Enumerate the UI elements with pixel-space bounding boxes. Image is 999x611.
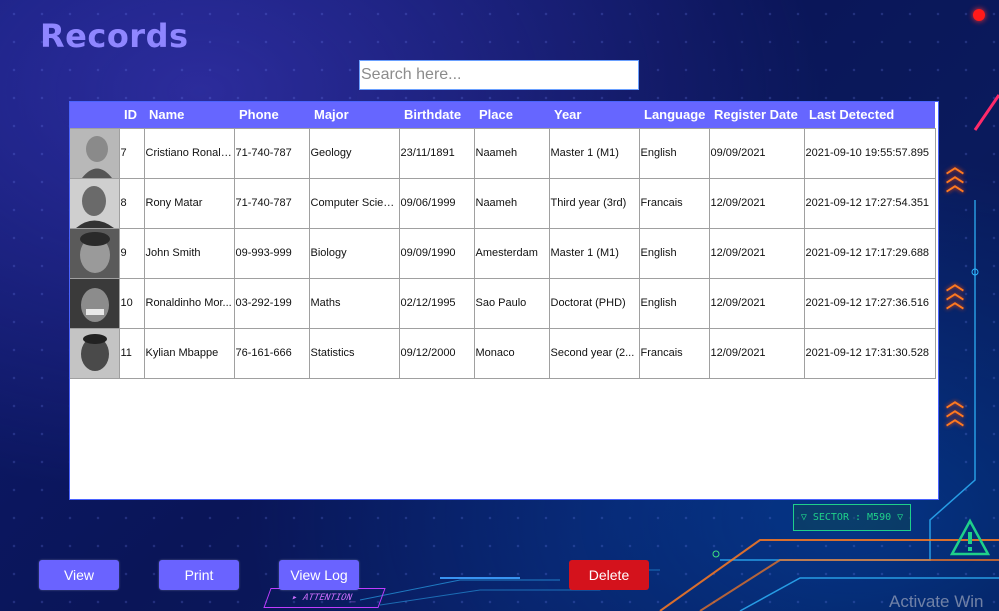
cell-language: English (638, 277, 710, 329)
print-button[interactable]: Print (159, 560, 239, 590)
cell-birthdate: 09/09/1990 (398, 227, 475, 279)
cell-language: Francais (638, 177, 710, 229)
cell-place: Sao Paulo (473, 277, 550, 329)
column-header-major[interactable]: Major (309, 102, 399, 128)
table-row[interactable]: 9 John Smith 09-993-999 Biology 09/09/19… (70, 227, 936, 279)
cell-id: 11 (118, 327, 145, 379)
cell-place: Naameh (473, 127, 550, 179)
cell-year: Master 1 (M1) (548, 227, 640, 279)
cell-name: Rony Matar (143, 177, 235, 229)
search-input[interactable] (359, 60, 639, 90)
cell-register-date: 09/09/2021 (708, 127, 805, 179)
cell-id: 9 (118, 227, 145, 279)
cell-last-detected: 2021-09-12 17:31:30.528 (803, 327, 936, 379)
view-button[interactable]: View (39, 560, 119, 590)
warning-icon (949, 518, 991, 556)
cell-last-detected: 2021-09-12 17:27:36.516 (803, 277, 936, 329)
photo-cell (70, 277, 120, 329)
cell-place: Amesterdam (473, 227, 550, 279)
alert-indicator (973, 9, 985, 21)
cell-birthdate: 09/06/1999 (398, 177, 475, 229)
cell-phone: 76-161-666 (233, 327, 310, 379)
cell-major: Biology (308, 227, 400, 279)
cell-language: English (638, 127, 710, 179)
cell-year: Second year (2... (548, 327, 640, 379)
chevron-up-icon: ︿ ︿ ︿ (946, 391, 964, 430)
cell-birthdate: 23/11/1891 (398, 127, 475, 179)
table-row[interactable]: 7 Cristiano Ronaldo 71-740-787 Geology 2… (70, 127, 936, 179)
cell-register-date: 12/09/2021 (708, 327, 805, 379)
photo-cell (70, 327, 120, 379)
page-title: Records (40, 17, 189, 55)
view-log-button[interactable]: View Log (279, 560, 359, 590)
cell-name: Ronaldinho Mor... (143, 277, 235, 329)
student-photo (70, 279, 118, 327)
cell-year: Master 1 (M1) (548, 127, 640, 179)
cell-phone: 03-292-199 (233, 277, 310, 329)
column-header-year[interactable]: Year (549, 102, 639, 128)
cell-major: Maths (308, 277, 400, 329)
cell-register-date: 12/09/2021 (708, 277, 805, 329)
cell-major: Statistics (308, 327, 400, 379)
student-photo (70, 229, 118, 277)
table-header: ID Name Phone Major Birthdate Place Year… (70, 102, 935, 128)
chevron-up-icon: ︿ ︿ ︿ (946, 274, 964, 313)
cell-place: Monaco (473, 327, 550, 379)
column-header-name[interactable]: Name (144, 102, 234, 128)
cell-name: John Smith (143, 227, 235, 279)
delete-button[interactable]: Delete (569, 560, 649, 590)
column-header-birthdate[interactable]: Birthdate (399, 102, 474, 128)
student-photo (70, 129, 118, 177)
cell-id: 7 (118, 127, 145, 179)
activation-watermark: Activate Win (889, 592, 984, 611)
cell-phone: 71-740-787 (233, 127, 310, 179)
cell-major: Computer Science (308, 177, 400, 229)
chevron-up-icon: ︿ ︿ ︿ (946, 157, 964, 196)
table-row[interactable]: 11 Kylian Mbappe 76-161-666 Statistics 0… (70, 327, 936, 379)
column-header-language[interactable]: Language (639, 102, 709, 128)
column-header-phone[interactable]: Phone (234, 102, 309, 128)
records-table[interactable]: ID Name Phone Major Birthdate Place Year… (69, 101, 939, 500)
cell-birthdate: 02/12/1995 (398, 277, 475, 329)
column-header-register-date[interactable]: Register Date (709, 102, 804, 128)
cell-last-detected: 2021-09-12 17:17:29.688 (803, 227, 936, 279)
cell-last-detected: 2021-09-10 19:55:57.895 (803, 127, 936, 179)
column-header-last-detected[interactable]: Last Detected (804, 102, 935, 128)
cell-year: Doctorat (PHD) (548, 277, 640, 329)
cell-name: Cristiano Ronaldo (143, 127, 235, 179)
attention-label: ▸ ATTENTION_ (263, 588, 386, 608)
cell-last-detected: 2021-09-12 17:27:54.351 (803, 177, 936, 229)
cell-id: 10 (118, 277, 145, 329)
photo-cell (70, 127, 120, 179)
cell-register-date: 12/09/2021 (708, 177, 805, 229)
cell-place: Naameh (473, 177, 550, 229)
cell-major: Geology (308, 127, 400, 179)
photo-cell (70, 177, 120, 229)
student-photo (70, 329, 118, 377)
column-header-photo[interactable] (70, 102, 119, 128)
column-header-id[interactable]: ID (119, 102, 144, 128)
cell-language: English (638, 227, 710, 279)
cell-birthdate: 09/12/2000 (398, 327, 475, 379)
cell-phone: 09-993-999 (233, 227, 310, 279)
table-row[interactable]: 10 Ronaldinho Mor... 03-292-199 Maths 02… (70, 277, 936, 329)
student-photo (70, 179, 118, 227)
cell-phone: 71-740-787 (233, 177, 310, 229)
cell-year: Third year (3rd) (548, 177, 640, 229)
cell-name: Kylian Mbappe (143, 327, 235, 379)
cell-id: 8 (118, 177, 145, 229)
sector-label: ▽ SECTOR : M590 ▽ (793, 504, 911, 531)
cell-register-date: 12/09/2021 (708, 227, 805, 279)
table-row[interactable]: 8 Rony Matar 71-740-787 Computer Science… (70, 177, 936, 229)
column-header-place[interactable]: Place (474, 102, 549, 128)
photo-cell (70, 227, 120, 279)
cell-language: Francais (638, 327, 710, 379)
